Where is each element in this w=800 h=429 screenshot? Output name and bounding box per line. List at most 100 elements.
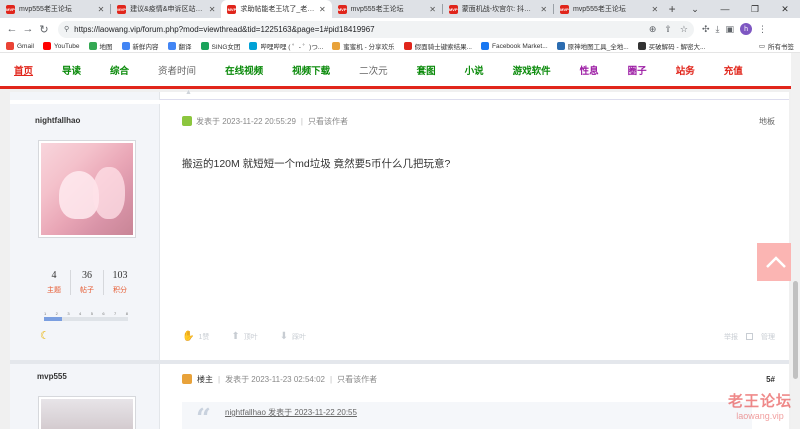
floor-number[interactable]: 地板: [759, 116, 775, 127]
sidebar-icon[interactable]: ▣: [726, 24, 735, 35]
site-info-icon[interactable]: ⚲: [64, 25, 69, 33]
author-name[interactable]: mvp555: [37, 372, 67, 381]
quote-source-link[interactable]: nightfallhao 发表于 2023-11-22 20:55: [225, 407, 357, 418]
close-tab-icon[interactable]: ✕: [540, 5, 547, 14]
youtube-icon: [42, 42, 51, 50]
close-tab-icon[interactable]: ✕: [98, 5, 105, 14]
nav-image-sets[interactable]: 套图: [417, 63, 436, 77]
nav-online-video[interactable]: 在线视频: [225, 63, 263, 77]
back-to-top-button[interactable]: [757, 243, 795, 281]
post-content: 楼主 | 发表于 2023-11-23 02:54:02 | 只看该作者 5# …: [160, 364, 789, 429]
post-meta: 楼主 | 发表于 2023-11-23 02:54:02 | 只看该作者 5#: [182, 372, 775, 386]
author-name[interactable]: nightfallhao: [35, 116, 80, 125]
nav-info[interactable]: 性息: [580, 63, 599, 77]
only-author-link[interactable]: 只看该作者: [308, 116, 348, 127]
nav-time[interactable]: 资者时间: [158, 63, 196, 77]
select-checkbox[interactable]: [746, 333, 753, 340]
stat-posts[interactable]: 36 帖子: [71, 270, 104, 295]
nav-guide[interactable]: 导读: [62, 63, 81, 77]
only-author-link[interactable]: 只看该作者: [337, 374, 377, 385]
downvote-button[interactable]: ⬇ 踩叶: [280, 331, 306, 342]
author-avatar[interactable]: [38, 396, 136, 429]
stat-threads[interactable]: 4 主题: [38, 270, 71, 295]
restore-icon[interactable]: ❐: [740, 0, 770, 18]
extensions-puzzle-icon[interactable]: ✣: [702, 24, 710, 35]
browser-tab[interactable]: MVP 建议&疫情&申诉区站务区_老王 ✕: [111, 0, 221, 18]
bookmark-youtube[interactable]: YouTube: [42, 42, 80, 50]
manage-link[interactable]: 管理: [761, 332, 775, 342]
stat-label: 帖子: [80, 287, 94, 294]
bookmark-news[interactable]: 新鲜内容: [121, 41, 159, 51]
browser-tab[interactable]: MVP mvp555老王论坛 ✕: [0, 0, 110, 18]
address-bar[interactable]: ⚲ https://laowang.vip/forum.php?mod=view…: [58, 20, 694, 38]
floor-number[interactable]: 5#: [766, 375, 775, 384]
close-tab-icon[interactable]: ✕: [319, 5, 326, 14]
browser-toolbar: ← → ↻ ⚲ https://laowang.vip/forum.php?mo…: [0, 18, 800, 40]
level-number: 7: [114, 311, 117, 316]
bookmark-label: 蜜蜜机 - 分享欢乐: [343, 44, 395, 51]
bookmark-maps[interactable]: 地图: [88, 41, 113, 51]
report-link[interactable]: 举报: [724, 332, 738, 342]
back-arrow-icon[interactable]: ←: [4, 21, 20, 37]
scrollbar-thumb[interactable]: [793, 281, 798, 379]
bookmark-facebook[interactable]: Facebook Market...: [480, 42, 548, 50]
post-content: 发表于 2023-11-22 20:55:29 | 只看该作者 地板 搬运的12…: [160, 104, 789, 360]
browser-tab[interactable]: MVP mvp555老王论坛 ✕: [554, 0, 664, 18]
share-icon[interactable]: ⇪: [664, 24, 672, 35]
more-menu-icon[interactable]: ⋮: [758, 24, 767, 35]
bookmark-sing[interactable]: SING女团: [200, 41, 240, 51]
bookmark-translate[interactable]: 翻译: [167, 41, 192, 51]
nav-novels[interactable]: 小说: [465, 63, 484, 77]
level-progress: 1 2 3 4 5 6 7 8: [44, 311, 128, 321]
nav-recharge[interactable]: 充值: [724, 63, 743, 77]
close-tab-icon[interactable]: ✕: [429, 5, 436, 14]
reload-icon[interactable]: ↻: [36, 21, 52, 37]
minimize-icon[interactable]: —: [710, 0, 740, 18]
download-icon[interactable]: ⤓: [716, 24, 720, 35]
nav-games-software[interactable]: 游戏软件: [513, 63, 551, 77]
stat-points[interactable]: 103 积分: [104, 270, 136, 295]
close-tab-icon[interactable]: ✕: [652, 5, 659, 14]
nav-video-download[interactable]: 视频下载: [292, 63, 330, 77]
maps-icon: [88, 42, 97, 50]
bookmark-star-icon[interactable]: ☆: [680, 24, 688, 35]
post-time: 发表于 2023-11-22 20:55:29: [196, 116, 296, 126]
url-text[interactable]: https://laowang.vip/forum.php?mod=viewth…: [74, 25, 649, 34]
post-actions: ✋ 1赞 ⬆ 顶叶 ⬇ 踩叶 举报 管理: [182, 331, 775, 342]
browser-tab-active[interactable]: MVP 求助帖能老王坑了_老王论坛 ✕: [221, 0, 332, 18]
chevron-down-icon[interactable]: ⌄: [680, 0, 710, 18]
level-numbers: 1 2 3 4 5 6 7 8: [44, 311, 128, 316]
nav-site-affairs[interactable]: 站务: [676, 63, 695, 77]
nav-general[interactable]: 综合: [110, 63, 129, 77]
browser-tab[interactable]: MVP mvp555老王论坛 ✕: [332, 0, 442, 18]
translate-icon: [167, 42, 176, 50]
bookmark-label: Facebook Market...: [491, 42, 548, 50]
page-scrollbar[interactable]: [791, 53, 800, 429]
forward-arrow-icon[interactable]: →: [20, 21, 36, 37]
thread-starter-icon: [182, 374, 192, 384]
bookmark-decrypt[interactable]: 买破解码 - 解密大...: [637, 41, 705, 51]
upvote-button[interactable]: ⬆ 顶叶: [231, 331, 257, 342]
bookmark-mimiji[interactable]: 蜜蜜机 - 分享欢乐: [332, 41, 395, 51]
profile-avatar[interactable]: h: [740, 23, 753, 35]
nav-acg[interactable]: 二次元: [359, 63, 388, 77]
online-status-icon: [182, 116, 192, 126]
like-button[interactable]: ✋ 1赞: [182, 331, 209, 342]
bookmark-bilibili[interactable]: 哔哩哔哩 ( ゜- ゜)つ...: [249, 41, 323, 51]
browser-tab[interactable]: MVP 蒙面机战-坎宫尔: 抖音风靡播 ✕: [443, 0, 553, 18]
author-avatar[interactable]: [38, 140, 136, 238]
sing-icon: [200, 42, 209, 50]
bookmark-gmail[interactable]: Gmail: [6, 42, 34, 50]
close-window-icon[interactable]: ✕: [770, 0, 800, 18]
all-bookmarks[interactable]: ▭ 所有书签: [759, 41, 794, 51]
zoom-icon[interactable]: ⊕: [649, 24, 657, 35]
nav-home[interactable]: 首页: [14, 63, 33, 77]
bookmark-genshin-map[interactable]: 原神地图工具_全地...: [556, 41, 629, 51]
nav-circles[interactable]: 圈子: [628, 63, 647, 77]
level-number: 1: [44, 311, 47, 316]
bookmark-kamen-rider[interactable]: 假面骑士键索结果...: [403, 41, 472, 51]
close-tab-icon[interactable]: ✕: [209, 5, 216, 14]
post-author-sidebar: nightfallhao 4 主题 36 帖子 103 积分 1 2 3 4 5…: [10, 104, 160, 360]
level-number: 5: [90, 311, 93, 316]
new-tab-icon[interactable]: +: [664, 0, 680, 18]
